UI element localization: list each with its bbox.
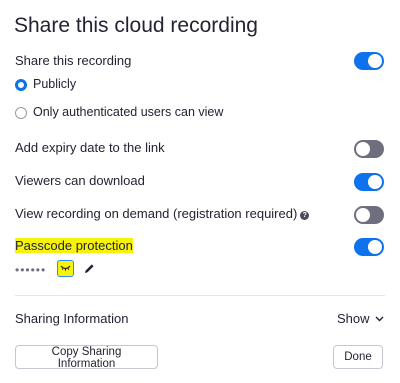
question-circle-icon[interactable]: ? (300, 211, 310, 220)
radio-authenticated-only-label[interactable]: Only authenticated users can view (33, 105, 223, 119)
passcode-label: Passcode protection (15, 238, 133, 253)
sharing-information-label: Sharing Information (15, 311, 129, 326)
radio-publicly-label[interactable]: Publicly (33, 77, 76, 91)
toggle-knob (356, 142, 370, 156)
passcode-masked-value: •••••• (15, 263, 47, 277)
toggle-knob (356, 208, 370, 222)
pencil-icon[interactable] (84, 263, 95, 274)
share-recording-toggle[interactable] (354, 52, 384, 70)
share-recording-label: Share this recording (15, 53, 132, 68)
show-passcode-button[interactable] (57, 260, 74, 277)
toggle-knob (368, 175, 382, 189)
show-label: Show (337, 311, 370, 326)
on-demand-label-text: View recording on demand (registration r… (15, 206, 298, 221)
dialog-title: Share this cloud recording (14, 14, 258, 37)
done-button[interactable]: Done (333, 345, 383, 369)
on-demand-toggle[interactable] (354, 206, 384, 224)
copy-sharing-information-button[interactable]: Copy Sharing Information (15, 345, 158, 370)
toggle-knob (368, 240, 382, 254)
expiry-label: Add expiry date to the link (15, 140, 165, 155)
passcode-label-text: Passcode protection (15, 238, 133, 253)
eye-icon (60, 265, 71, 271)
passcode-toggle[interactable] (354, 238, 384, 256)
radio-authenticated-only[interactable] (15, 107, 27, 119)
download-label: Viewers can download (15, 173, 145, 188)
download-toggle[interactable] (354, 173, 384, 191)
toggle-knob (368, 54, 382, 68)
radio-publicly[interactable] (15, 79, 27, 91)
section-divider (15, 295, 385, 296)
expiry-toggle[interactable] (354, 140, 384, 158)
on-demand-label: View recording on demand (registration r… (15, 206, 310, 221)
sharing-information-show-toggle[interactable]: Show (337, 311, 384, 326)
chevron-down-icon (375, 316, 384, 322)
